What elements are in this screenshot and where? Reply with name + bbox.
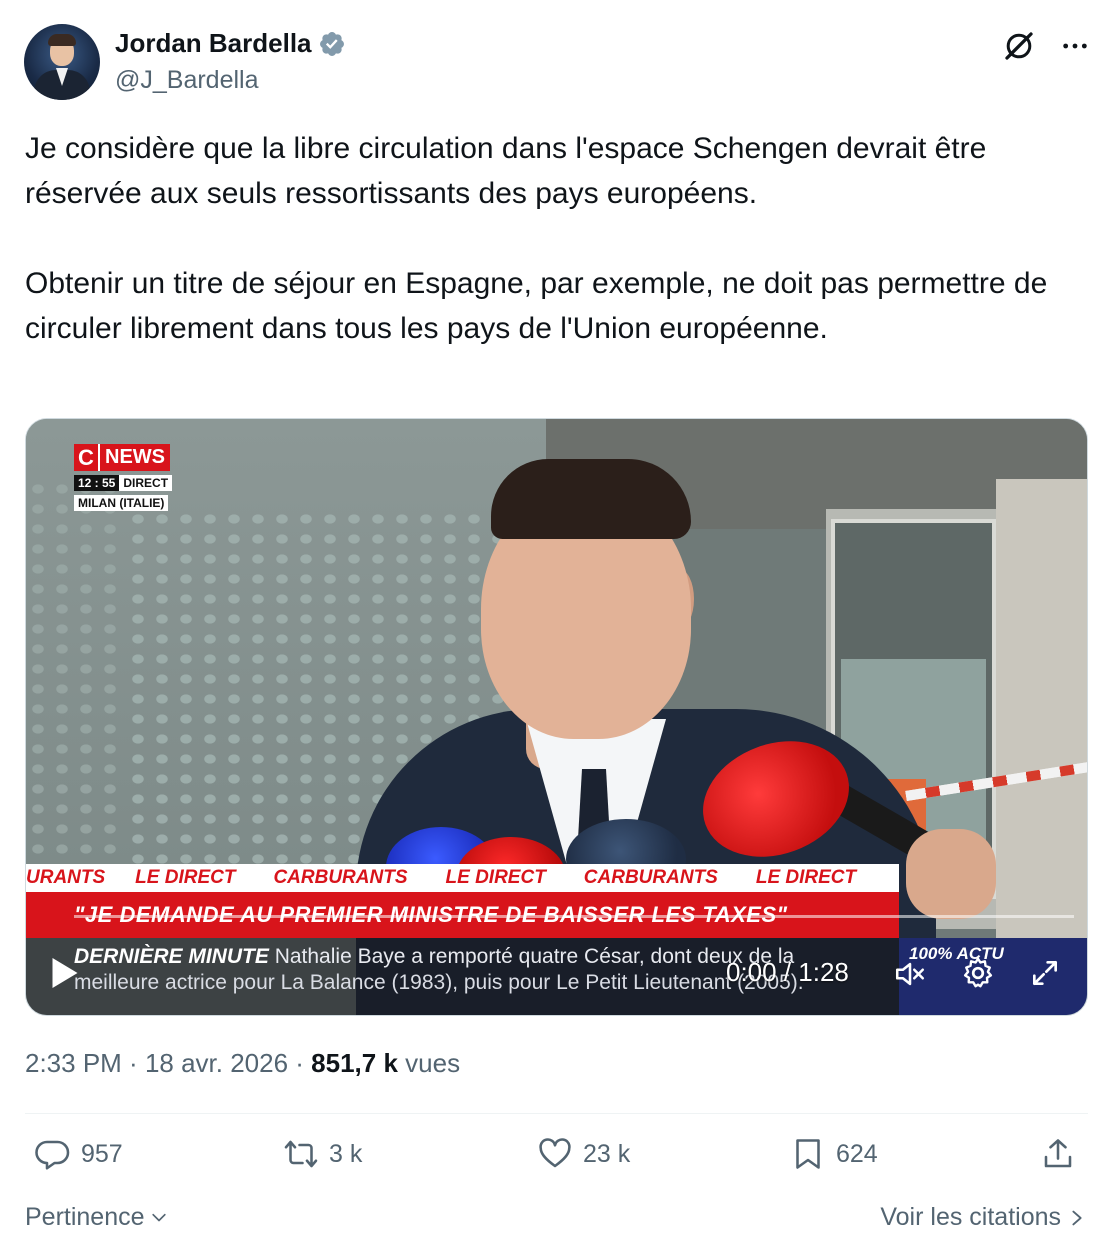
sort-dropdown[interactable]: Pertinence: [25, 1203, 169, 1232]
ticker-topics: URANTS LE DIRECT CARBURANTS LE DIRECT CARBUR…: [26, 864, 899, 892]
broadcast-location: MILAN (ITALIE): [74, 495, 169, 511]
breaking-line-1: Nathalie Baye a remporté quatre César, d…: [268, 945, 795, 968]
video-player[interactable]: C NEWS 12 : 55 DIRECT MILAN (ITALIE) URA…: [25, 418, 1088, 1016]
breaking-label: DERNIÈRE MINUTE: [74, 945, 269, 968]
ticker-item: LE DIRECT: [135, 867, 236, 888]
avatar[interactable]: [24, 24, 100, 100]
action-bar: 957 3 k 23 k 624: [25, 1136, 1088, 1186]
tweet-paragraph: Je considère que la libre circulation da…: [25, 132, 987, 210]
channel-logo-news: NEWS: [98, 444, 170, 471]
settings-gear-icon[interactable]: [960, 955, 996, 991]
broadcast-live: DIRECT: [119, 475, 173, 491]
tweet-time[interactable]: 2:33 PM: [25, 1048, 122, 1078]
bookmark-icon: [796, 1139, 820, 1169]
video-time: 0:00 / 1:28: [726, 957, 849, 987]
channel-logo-c: C: [74, 444, 98, 471]
author-name[interactable]: Jordan Bardella: [115, 28, 312, 59]
like-button[interactable]: 23 k: [537, 1136, 630, 1172]
reply-button[interactable]: 957: [35, 1136, 123, 1172]
bookmark-count: 624: [836, 1139, 878, 1168]
tweet-meta: 2:33 PM · 18 avr. 2026 · 851,7 k vues: [25, 1048, 460, 1079]
retweet-icon: [284, 1140, 318, 1168]
more-options-icon[interactable]: [1059, 30, 1091, 62]
heart-icon: [539, 1138, 571, 1168]
video-progress-bar[interactable]: [74, 915, 1074, 918]
broadcast-time: 12 : 55: [74, 475, 120, 491]
tweet-date[interactable]: 18 avr. 2026: [145, 1048, 288, 1078]
chevron-right-icon: [1072, 1210, 1082, 1225]
like-count: 23 k: [583, 1139, 631, 1168]
ticker-item: LE DIRECT: [445, 867, 546, 888]
author-handle[interactable]: @J_Bardella: [115, 66, 259, 95]
tweet-header: Jordan Bardella @J_Bardella: [24, 24, 1091, 104]
grok-icon[interactable]: [1001, 28, 1037, 64]
meta-separator: ·: [288, 1048, 312, 1078]
share-icon: [1044, 1139, 1072, 1168]
chevron-down-icon: [151, 1213, 166, 1221]
ticker-item: LE DIRECT: [755, 867, 857, 888]
play-icon[interactable]: [50, 955, 80, 991]
views-label: vues: [397, 1048, 461, 1078]
bookmark-button[interactable]: 624: [790, 1136, 878, 1172]
share-button[interactable]: [1040, 1136, 1076, 1172]
tweet-paragraph: Obtenir un titre de séjour en Espagne, p…: [25, 267, 1048, 345]
verified-badge-icon[interactable]: [318, 30, 346, 58]
meta-separator: ·: [121, 1048, 145, 1078]
ticker-item: CARBURANTS: [273, 867, 408, 888]
channel-logo: C NEWS 12 : 55 DIRECT MILAN (ITALIE): [74, 444, 173, 512]
retweet-count: 3 k: [329, 1139, 363, 1168]
ticker-item: CARBURANTS: [583, 867, 718, 888]
views-count: 851,7 k: [311, 1048, 398, 1078]
ticker-item: URANTS: [26, 867, 106, 888]
retweet-button[interactable]: 3 k: [283, 1136, 362, 1172]
tweet-text: Je considère que la libre circulation da…: [25, 126, 1090, 351]
view-quotes-link[interactable]: Voir les citations: [880, 1203, 1085, 1232]
author-name-line: Jordan Bardella: [115, 28, 346, 59]
divider: [25, 1113, 1088, 1114]
fullscreen-icon[interactable]: [1029, 957, 1061, 989]
sort-label: Pertinence: [25, 1203, 145, 1231]
reply-count: 957: [81, 1139, 123, 1168]
quotes-label: Voir les citations: [880, 1203, 1061, 1231]
volume-muted-icon[interactable]: [892, 957, 928, 991]
reply-icon: [35, 1140, 70, 1170]
